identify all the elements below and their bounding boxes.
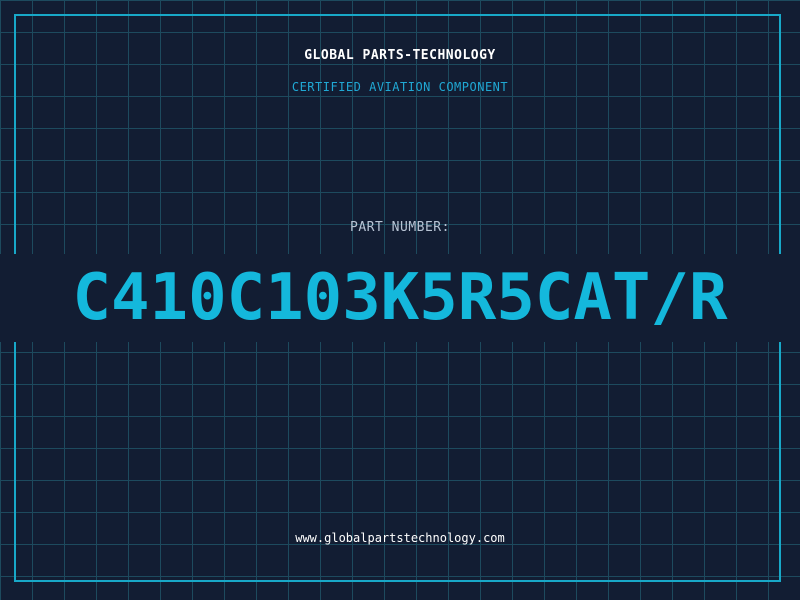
website-url: www.globalpartstechnology.com [295,531,505,545]
certification-subtitle: CERTIFIED AVIATION COMPONENT [291,80,509,94]
company-name: GLOBAL PARTS-TECHNOLOGY [304,48,496,63]
part-number-label: PART NUMBER: [350,220,450,235]
part-label-card: GLOBAL PARTS-TECHNOLOGY CERTIFIED AVIATI… [0,0,800,600]
part-number-value: C410C103K5R5CAT/R [72,261,728,335]
